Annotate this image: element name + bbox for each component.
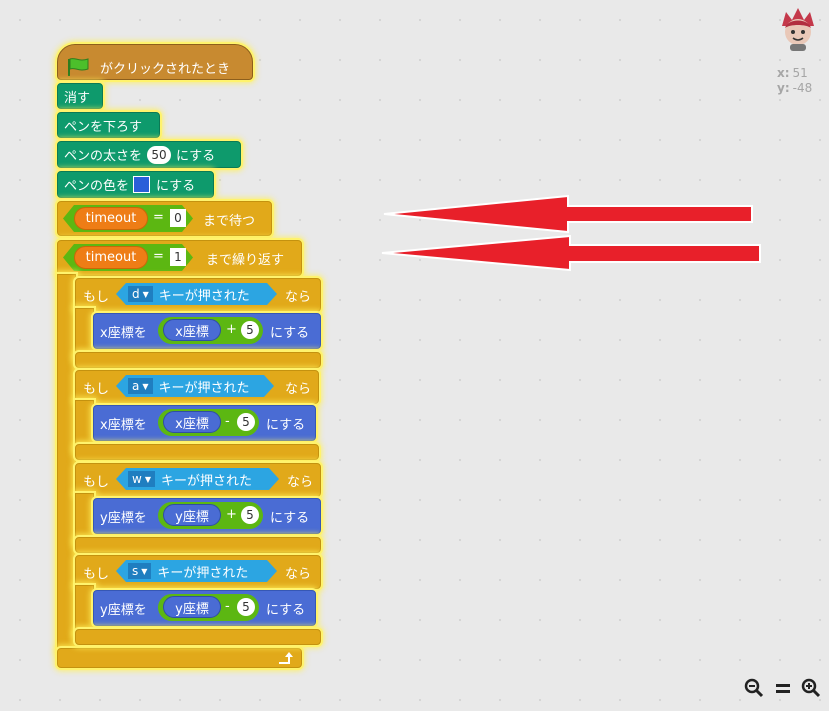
key-pressed-sensor[interactable]: d ▼ キーが押された — [116, 283, 277, 305]
amount-input[interactable]: 5 — [241, 321, 259, 339]
y-value: -48 — [792, 81, 813, 95]
zoom-reset-button[interactable] — [771, 676, 795, 700]
pen-down-block[interactable]: ペンを下ろす — [57, 112, 160, 138]
x-label: x: — [777, 66, 790, 80]
zoom-out-button[interactable] — [742, 676, 766, 700]
red-arrow-annotation — [381, 194, 761, 272]
key-dropdown[interactable]: a ▼ — [128, 378, 153, 394]
clear-block[interactable]: 消す — [57, 83, 103, 109]
then-label: なら — [285, 567, 312, 582]
dropdown-caret-icon: ▼ — [144, 474, 151, 484]
y-position-reporter[interactable]: y座標 — [163, 596, 221, 618]
wait-until-suffix: まで待つ — [203, 214, 256, 229]
zoom-in-icon — [801, 678, 821, 698]
if-label: もし — [83, 567, 110, 582]
key-dropdown[interactable]: s ▼ — [128, 563, 151, 579]
set-pen-size-block[interactable]: ペンの太さを 50 にする — [57, 141, 241, 168]
repeat-until-suffix: まで繰り返す — [206, 253, 285, 268]
set-target-label: y座標を — [100, 602, 147, 618]
equals-sign: = — [153, 210, 164, 225]
key-pressed-sensor[interactable]: a ▼ キーが押された — [116, 375, 274, 397]
then-label: なら — [285, 382, 312, 397]
y-position-reporter[interactable]: y座標 — [163, 504, 221, 526]
key-dropdown[interactable]: d ▼ — [128, 286, 153, 302]
then-label: なら — [285, 290, 312, 305]
sensing-suffix: キーが押された — [157, 565, 249, 581]
dropdown-caret-icon: ▼ — [141, 566, 148, 576]
pen-size-suffix: にする — [176, 149, 216, 164]
set-suffix: にする — [270, 511, 310, 526]
operator-sign: - — [225, 414, 230, 429]
operator-sign: + — [226, 322, 237, 337]
pen-color-suffix: にする — [156, 179, 196, 194]
operator-sign: + — [226, 507, 237, 522]
if-arm — [75, 493, 94, 543]
key-pressed-sensor[interactable]: s ▼ キーが押された — [116, 560, 277, 582]
if-arm — [75, 308, 94, 358]
if-label: もし — [83, 475, 110, 490]
pen-color-prefix: ペンの色を — [64, 179, 130, 194]
set-pen-color-block[interactable]: ペンの色を にする — [57, 171, 214, 198]
green-flag-icon — [68, 58, 89, 76]
set-target-label: x座標を — [100, 325, 147, 341]
wait-value-input[interactable]: 0 — [170, 209, 186, 227]
repeat-arm — [57, 274, 76, 654]
pen-color-swatch[interactable] — [133, 176, 151, 193]
sensing-suffix: キーが押された — [160, 473, 252, 489]
pen-down-label: ペンを下ろす — [64, 119, 143, 135]
timeout-variable[interactable]: timeout — [74, 207, 148, 230]
arrow-wait-until — [383, 194, 753, 234]
dropdown-caret-icon: ▼ — [142, 381, 149, 391]
loop-arrow-icon — [279, 652, 293, 664]
if-label: もし — [83, 290, 110, 305]
script-stack[interactable]: がクリックされたとき 消す ペンを下ろす ペンの太さを 50 にする ペンの色を… — [0, 0, 321, 668]
if-bottom — [75, 444, 319, 460]
if-bottom — [75, 537, 321, 553]
if-bottom — [75, 352, 321, 368]
operator-sign: - — [225, 599, 230, 614]
equals-sign: = — [153, 249, 164, 264]
y-label: y: — [777, 81, 790, 95]
zoom-reset-icon — [776, 684, 790, 693]
x-value: 51 — [792, 66, 808, 80]
if-arm — [75, 400, 94, 450]
amount-input[interactable]: 5 — [237, 413, 255, 431]
repeat-value-input[interactable]: 1 — [170, 248, 186, 266]
then-label: なら — [287, 475, 314, 490]
if-arm — [75, 585, 94, 635]
if-label: もし — [83, 382, 110, 397]
dropdown-caret-icon: ▼ — [142, 289, 149, 299]
pen-size-prefix: ペンの太さを — [64, 149, 143, 164]
clear-label: 消す — [64, 90, 91, 106]
key-dropdown[interactable]: w ▼ — [128, 471, 155, 487]
zoom-out-icon — [744, 678, 764, 698]
amount-input[interactable]: 5 — [237, 598, 255, 616]
pen-size-input[interactable]: 50 — [147, 145, 172, 164]
set-suffix: にする — [266, 418, 306, 433]
repeat-bottom — [57, 648, 302, 668]
set-target-label: x座標を — [100, 417, 147, 433]
timeout-variable[interactable]: timeout — [74, 246, 148, 269]
key-pressed-sensor[interactable]: w ▼ キーが押された — [116, 468, 279, 490]
zoom-in-button[interactable] — [799, 676, 823, 700]
arrow-repeat-until — [381, 234, 761, 272]
amount-input[interactable]: 5 — [241, 506, 259, 524]
sensing-suffix: キーが押された — [158, 380, 250, 396]
set-suffix: にする — [270, 326, 310, 341]
set-suffix: にする — [266, 603, 306, 618]
if-bottom — [75, 629, 321, 645]
x-position-reporter[interactable]: x座標 — [163, 411, 221, 433]
sprite-thumbnail-icon[interactable] — [776, 6, 820, 52]
x-position-reporter[interactable]: x座標 — [163, 319, 221, 341]
when-flag-clicked-block[interactable]: がクリックされたとき — [57, 44, 253, 80]
set-target-label: y座標を — [100, 510, 147, 526]
hat-label: がクリックされたとき — [100, 61, 231, 77]
sensing-suffix: キーが押された — [158, 288, 250, 304]
sprite-coordinates: x: 51 y: -48 — [777, 66, 812, 96]
